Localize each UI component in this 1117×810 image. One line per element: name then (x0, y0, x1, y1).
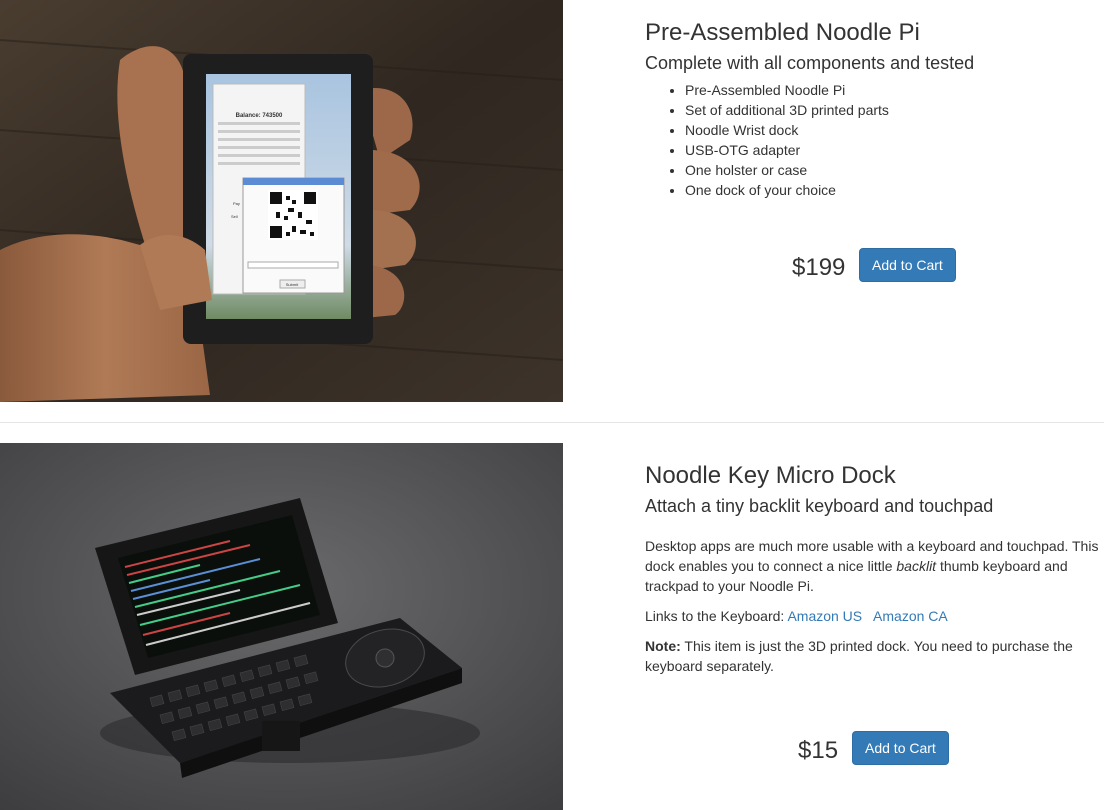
add-to-cart-button[interactable]: Add to Cart (852, 731, 949, 765)
product-card-noodle-key-dock: Noodle Key Micro Dock Attach a tiny back… (0, 443, 1117, 810)
product-info-noodle-pi: Pre-Assembled Noodle Pi Complete with al… (645, 19, 1105, 200)
screen-pay-text: Pay (233, 201, 240, 206)
hand-holding-device-photo: Balance: 743500 Submit Pay Sell (0, 0, 563, 402)
product-subtitle: Attach a tiny backlit keyboard and touch… (645, 496, 994, 516)
product-title: Pre-Assembled Noodle Pi (645, 19, 920, 46)
keyboard-links-paragraph: Links to the Keyboard: Amazon US Amazon … (645, 606, 1103, 626)
product-price: $199 (792, 254, 846, 281)
note-text: This item is just the 3D printed dock. Y… (645, 638, 1073, 674)
add-to-cart-button[interactable]: Add to Cart (859, 248, 956, 282)
description-emphasis: backlit (896, 558, 937, 574)
description-paragraph: Desktop apps are much more usable with a… (645, 536, 1103, 596)
screen-ok-text: Submit (286, 282, 299, 287)
links-label: Links to the Keyboard: (645, 608, 788, 624)
amazon-ca-link[interactable]: Amazon CA (873, 608, 948, 624)
feature-item: Pre-Assembled Noodle Pi (685, 80, 1105, 100)
feature-item: Noodle Wrist dock (685, 120, 1105, 140)
feature-item: One dock of your choice (685, 180, 1105, 200)
screen-balance-text: Balance: 743500 (236, 113, 283, 119)
product-description: Desktop apps are much more usable with a… (645, 536, 1103, 676)
product-photo-noodle-pi: Balance: 743500 Submit Pay Sell (0, 0, 563, 402)
product-price: $15 (798, 737, 839, 764)
amazon-us-link[interactable]: Amazon US (787, 608, 862, 624)
note-label: Note: (645, 638, 681, 654)
feature-item: One holster or case (685, 160, 1105, 180)
screen-sell-text: Sell (231, 214, 238, 219)
feature-item: USB-OTG adapter (685, 140, 1105, 160)
feature-item: Set of additional 3D printed parts (685, 100, 1105, 120)
keyboard-dock-photo (0, 443, 563, 810)
product-photo-keyboard-dock (0, 443, 563, 810)
feature-list: Pre-Assembled Noodle Pi Set of additiona… (645, 80, 1105, 200)
product-subtitle: Complete with all components and tested (645, 53, 975, 73)
product-card-noodle-pi: Balance: 743500 Submit Pay Sell Pre-Asse… (0, 0, 1117, 402)
product-title: Noodle Key Micro Dock (645, 462, 896, 489)
product-divider (0, 422, 1104, 423)
product-info-keyboard-dock: Noodle Key Micro Dock Attach a tiny back… (645, 462, 1105, 686)
note-paragraph: Note: This item is just the 3D printed d… (645, 636, 1103, 676)
